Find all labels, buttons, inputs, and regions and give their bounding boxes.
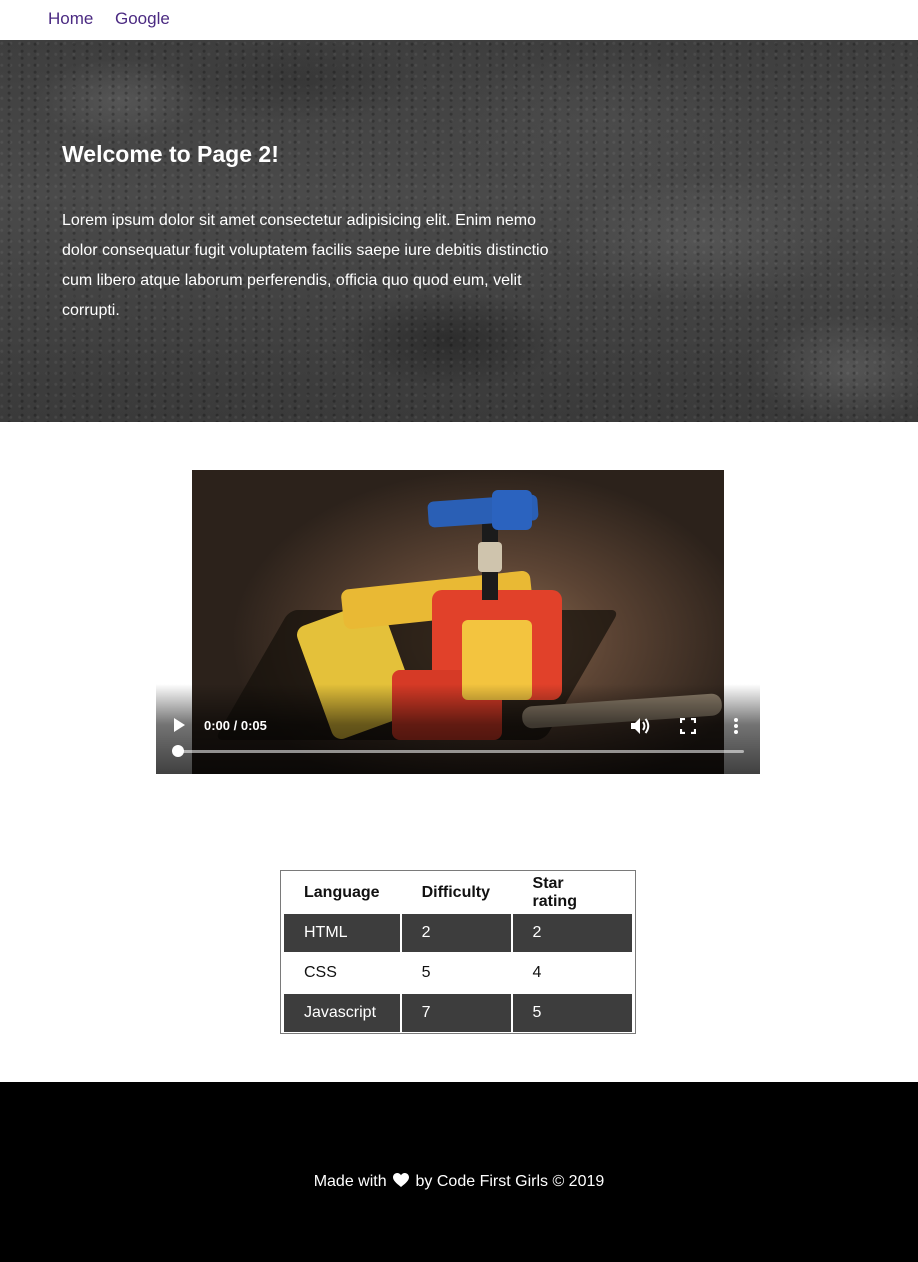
volume-icon[interactable] xyxy=(630,717,652,735)
hero-banner: Welcome to Page 2! Lorem ipsum dolor sit… xyxy=(0,40,918,422)
table-cell: 5 xyxy=(401,954,511,992)
table-row: Javascript 7 5 xyxy=(284,994,632,1032)
table-cell: 2 xyxy=(512,914,632,952)
table-row: CSS 5 4 xyxy=(284,954,632,992)
table-row: HTML 2 2 xyxy=(284,914,632,952)
footer-text-before: Made with xyxy=(313,1173,387,1190)
hero-title: Welcome to Page 2! xyxy=(62,141,279,167)
video-scene-piece xyxy=(492,490,532,530)
video-controls: 0:00 / 0:05 xyxy=(156,684,760,774)
footer-credit: Made with by Code First Girls © 2019 xyxy=(0,1173,918,1191)
video-progress-thumb[interactable] xyxy=(172,745,184,757)
more-options-icon[interactable] xyxy=(732,717,740,735)
languages-table-grid: Language Difficulty Star rating HTML 2 2… xyxy=(282,872,634,1034)
video-time: 0:00 / 0:05 xyxy=(204,718,267,733)
table-cell: 2 xyxy=(401,914,511,952)
table-cell: 5 xyxy=(512,994,632,1032)
top-nav: Home Google xyxy=(0,0,918,40)
nav-link-home[interactable]: Home xyxy=(48,9,93,29)
video-progress-bar[interactable] xyxy=(178,750,744,753)
heart-icon xyxy=(393,1173,410,1187)
video-player[interactable]: 0:00 / 0:05 xyxy=(156,470,760,774)
play-icon[interactable] xyxy=(174,718,185,732)
page-footer: Made with by Code First Girls © 2019 xyxy=(0,1082,918,1262)
nav-link-google[interactable]: Google xyxy=(115,9,170,29)
table-cell: CSS xyxy=(284,954,400,992)
column-header-language: Language xyxy=(304,884,380,901)
column-header-star-rating: Star rating xyxy=(532,875,577,910)
table-cell: Javascript xyxy=(284,994,400,1032)
languages-table: Language Difficulty Star rating HTML 2 2… xyxy=(280,870,636,1034)
table-cell: 7 xyxy=(401,994,511,1032)
column-header-difficulty: Difficulty xyxy=(421,884,491,901)
hero-body-text: Lorem ipsum dolor sit amet consectetur a… xyxy=(62,212,549,319)
footer-text-after: by Code First Girls © 2019 xyxy=(415,1173,605,1190)
table-header-row: Language Difficulty Star rating xyxy=(284,874,632,912)
fullscreen-icon[interactable] xyxy=(680,718,696,734)
video-scene-piece xyxy=(478,542,502,572)
table-cell: 4 xyxy=(512,954,632,992)
table-cell: HTML xyxy=(284,914,400,952)
